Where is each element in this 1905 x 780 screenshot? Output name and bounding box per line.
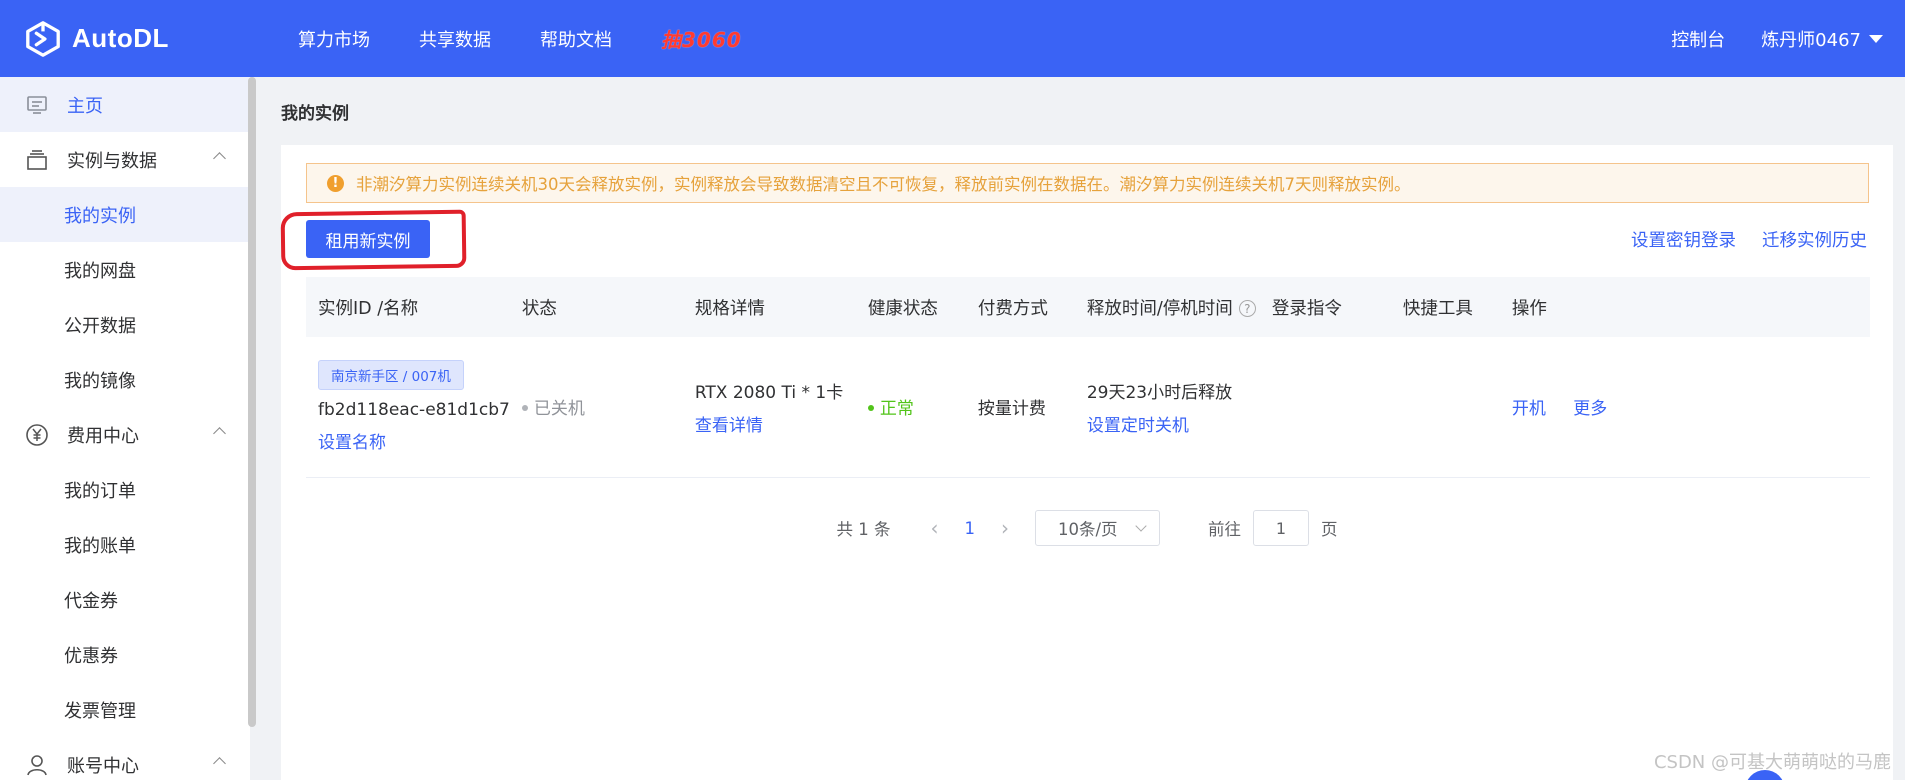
- sidebar-section-account[interactable]: 账号中心: [0, 737, 250, 780]
- cell-spec: RTX 2080 Ti * 1卡 查看详情: [683, 337, 856, 477]
- column-header: 健康状态: [867, 298, 938, 319]
- next-page-icon[interactable]: ›: [1001, 516, 1009, 540]
- cell-login-command: [1260, 337, 1391, 477]
- table-row: 南京新手区 / 007机 fb2d118eac-e81d1cb7 设置名称 已关…: [306, 337, 1870, 477]
- sidebar-item-my-instances[interactable]: 我的实例: [0, 187, 250, 242]
- username: 炼丹师0467: [1761, 29, 1861, 51]
- cell-quick-tools: [1391, 337, 1500, 477]
- schedule-shutdown-link[interactable]: 设置定时关机: [1087, 411, 1260, 436]
- chevron-up-icon: [213, 152, 226, 165]
- nav-compute-market[interactable]: 算力市场: [298, 26, 370, 52]
- pagination: 共 1 条 ‹ 1 › 10条/页 前往 页: [281, 510, 1893, 546]
- column-header-release: 释放时间/停机时间?: [1075, 277, 1260, 337]
- warning-icon: !: [327, 174, 344, 192]
- nav-promo-link[interactable]: 抽3060: [661, 24, 742, 53]
- page-size-value: 10条/页: [1058, 520, 1118, 539]
- caret-down-icon: [1869, 34, 1883, 43]
- cell-release: 29天23小时后释放 设置定时关机: [1075, 337, 1260, 477]
- sidebar-section-label: 账号中心: [67, 755, 139, 777]
- health-dot-icon: [867, 405, 874, 412]
- sidebar-scrollbar[interactable]: [248, 77, 256, 727]
- help-icon[interactable]: ?: [1238, 300, 1256, 317]
- region-tag: 南京新手区 / 007机: [318, 360, 464, 391]
- layers-icon: [24, 147, 50, 173]
- sidebar-item-my-bills[interactable]: 我的账单: [0, 517, 250, 572]
- logo[interactable]: AutoDL: [24, 20, 274, 58]
- alert-text: 非潮汐算力实例连续关机30天会释放实例，实例释放会导致数据清空且不可恢复，释放前…: [356, 175, 1411, 194]
- monitor-icon: [24, 92, 50, 118]
- sidebar-item-my-images[interactable]: 我的镜像: [0, 352, 250, 407]
- page-title: 我的实例: [281, 104, 349, 124]
- migration-history-link[interactable]: 迁移实例历史: [1762, 227, 1867, 252]
- sidebar-label-home: 主页: [67, 95, 103, 117]
- health-text: 正常: [879, 399, 914, 420]
- page-size-select[interactable]: 10条/页: [1035, 510, 1160, 546]
- more-button[interactable]: 更多: [1573, 399, 1607, 419]
- page-suffix: 页: [1321, 520, 1338, 539]
- sidebar-section-billing[interactable]: 费用中心: [0, 407, 250, 462]
- sidebar-item-public-data[interactable]: 公开数据: [0, 297, 250, 352]
- pagination-total: 共 1 条: [836, 520, 891, 539]
- column-header-label: 释放时间/停机时间: [1086, 298, 1233, 319]
- user-icon: [24, 752, 50, 778]
- instance-id: fb2d118eac-e81d1cb7: [318, 400, 510, 421]
- sidebar-item-my-orders[interactable]: 我的订单: [0, 462, 250, 517]
- column-header: 快捷工具: [1402, 298, 1473, 319]
- rent-new-instance-button[interactable]: 租用新实例: [306, 220, 430, 258]
- cell-billing: 按量计费: [977, 399, 1046, 420]
- chevron-up-icon: [213, 427, 226, 440]
- watermark: CSDN @可基大萌萌哒的马鹿: [1653, 752, 1891, 773]
- goto-page-input[interactable]: [1253, 510, 1309, 546]
- instances-table: 实例ID /名称 状态 规格详情 健康状态 付费方式 释放时间/停机时间? 登录…: [306, 277, 1870, 478]
- main-nav: 算力市场 共享数据 帮助文档 抽3060: [298, 24, 791, 53]
- sidebar: 主页 实例与数据 我的实例 我的网盘 公开数据 我的镜像 费用中心 我的订单 我…: [0, 77, 250, 780]
- ssh-key-login-link[interactable]: 设置密钥登录: [1631, 227, 1736, 252]
- column-header: 登录指令: [1271, 298, 1342, 319]
- sidebar-section-instances[interactable]: 实例与数据: [0, 132, 250, 187]
- goto-label: 前往: [1208, 520, 1241, 539]
- nav-shared-data[interactable]: 共享数据: [419, 26, 491, 52]
- sidebar-item-vouchers[interactable]: 代金券: [0, 572, 250, 627]
- top-navbar: AutoDL 算力市场 共享数据 帮助文档 抽3060 控制台 炼丹师0467: [0, 0, 1905, 77]
- set-name-link[interactable]: 设置名称: [318, 428, 510, 453]
- column-header: 规格详情: [694, 298, 765, 319]
- cell-health: 正常: [856, 337, 966, 477]
- user-menu[interactable]: 炼丹师0467: [1761, 26, 1883, 52]
- column-header: 操作: [1511, 298, 1547, 319]
- cell-status: 已关机: [510, 337, 683, 477]
- column-header: 付费方式: [977, 298, 1048, 319]
- spec-text: RTX 2080 Ti * 1卡: [694, 382, 844, 403]
- power-on-button[interactable]: 开机: [1512, 399, 1546, 419]
- column-header: 实例ID /名称: [318, 298, 419, 319]
- sidebar-item-invoices[interactable]: 发票管理: [0, 682, 250, 737]
- chevron-up-icon: [213, 757, 226, 770]
- instances-card: ! 非潮汐算力实例连续关机30天会释放实例，实例释放会导致数据清空且不可恢复，释…: [280, 145, 1893, 780]
- nav-help-docs[interactable]: 帮助文档: [540, 26, 612, 52]
- status-text: 已关机: [533, 399, 585, 420]
- release-text: 29天23小时后释放: [1086, 382, 1233, 403]
- sidebar-item-home[interactable]: 主页: [0, 77, 250, 132]
- top-right: 控制台 炼丹师0467: [1671, 26, 1883, 52]
- autodl-logo-icon: [26, 20, 60, 57]
- column-header: 状态: [521, 298, 557, 319]
- sidebar-item-my-disk[interactable]: 我的网盘: [0, 242, 250, 297]
- sidebar-section-label: 实例与数据: [67, 150, 157, 172]
- logo-text: AutoDL: [72, 23, 169, 53]
- warning-alert: ! 非潮汐算力实例连续关机30天会释放实例，实例释放会导致数据清空且不可恢复，释…: [306, 163, 1869, 203]
- console-link[interactable]: 控制台: [1671, 26, 1725, 52]
- cell-instance: 南京新手区 / 007机 fb2d118eac-e81d1cb7 设置名称: [306, 337, 510, 477]
- yen-icon: [24, 422, 50, 448]
- view-details-link[interactable]: 查看详情: [695, 411, 856, 436]
- page-number[interactable]: 1: [965, 519, 976, 538]
- cell-actions: 开机 更多: [1500, 337, 1870, 477]
- status-dot-icon: [521, 405, 528, 412]
- prev-page-icon[interactable]: ‹: [931, 516, 939, 540]
- table-header-row: 实例ID /名称 状态 规格详情 健康状态 付费方式 释放时间/停机时间? 登录…: [306, 277, 1870, 337]
- chevron-down-icon: [1135, 520, 1147, 532]
- header-links: 设置密钥登录 迁移实例历史: [1605, 227, 1867, 252]
- sidebar-section-label: 费用中心: [67, 425, 139, 447]
- sidebar-item-coupons[interactable]: 优惠券: [0, 627, 250, 682]
